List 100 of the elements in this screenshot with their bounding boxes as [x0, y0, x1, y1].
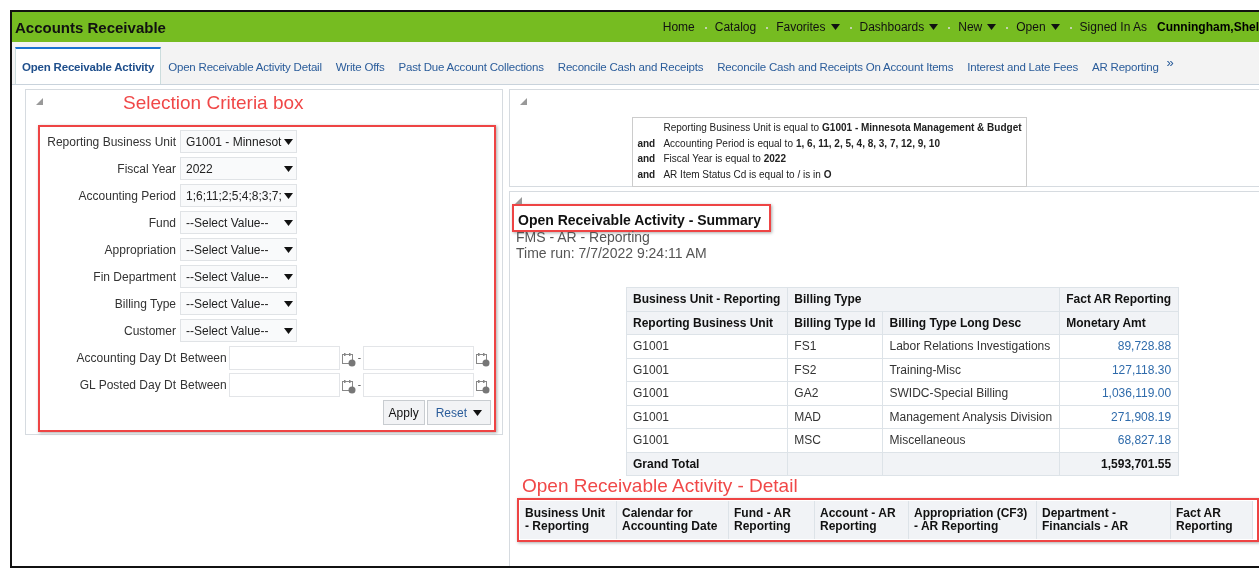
range-separator: - [357, 352, 362, 363]
filter-text: Fiscal Year is equal to [663, 153, 761, 165]
app-title: Accounts Receivable [15, 18, 167, 36]
table-cell: G1001 [626, 381, 788, 405]
menu-link[interactable]: Home [652, 20, 705, 34]
caret-icon [284, 219, 293, 226]
total-amount: 1,593,701.55 [1059, 452, 1179, 476]
more-tabs-icon[interactable]: » [1166, 55, 1174, 84]
filter-value: 1, 6, 11, 2, 5, 4, 8, 3, 7, 12, 9, 10 [795, 137, 940, 149]
calendar-icon[interactable] [341, 352, 356, 367]
column-header: Monetary Amt [1059, 311, 1179, 335]
page-tab[interactable]: Open Receivable Activity [15, 47, 162, 84]
prompt-label: Customer [123, 323, 177, 338]
caret-icon [473, 409, 482, 416]
conjunction-label: and [637, 153, 657, 165]
dropdown[interactable]: --Select Value-- [180, 319, 297, 342]
operator-label: Between [180, 350, 227, 365]
dropdown[interactable]: 1;6;11;2;5;4;8;3;7; [180, 184, 297, 207]
table-cell: MAD [787, 405, 883, 429]
dropdown[interactable]: --Select Value-- [180, 211, 297, 234]
calendar-icon[interactable] [476, 379, 491, 394]
menu-link[interactable]: Dashboards [849, 20, 949, 34]
page-tab[interactable]: Interest and Late Fees [960, 48, 1085, 84]
column-header: Billing Type Long Desc [882, 311, 1060, 335]
total-label: Grand Total [626, 452, 788, 476]
date-field[interactable] [363, 345, 475, 370]
table-cell: G1001 [626, 334, 788, 358]
caret-icon [284, 246, 293, 253]
collapse-icon[interactable] [520, 98, 527, 105]
amount-link[interactable]: 68,827.18 [1059, 428, 1179, 452]
table-cell: Training-Misc [882, 358, 1060, 382]
caret-icon [284, 138, 293, 145]
apply-button[interactable]: Apply [382, 400, 425, 425]
caret-icon [284, 192, 293, 199]
conjunction-label: and [637, 137, 657, 149]
date-field[interactable] [228, 372, 340, 397]
operator-label: Between [180, 377, 227, 392]
menu-link[interactable]: New [948, 20, 1007, 34]
dropdown[interactable]: G1001 - Minnesot [180, 130, 297, 153]
column-header: Fund - AR Reporting [729, 501, 815, 539]
filter-value: O [823, 168, 832, 180]
table-cell: GA2 [787, 381, 883, 405]
table-cell: G1001 [626, 358, 788, 382]
caret-icon [284, 300, 293, 307]
calendar-icon[interactable] [341, 379, 356, 394]
page-tab[interactable]: Past Due Account Collections [391, 48, 551, 84]
signed-in-label: Signed In As [1069, 20, 1157, 34]
amount-link[interactable]: 1,036,119.00 [1059, 381, 1179, 405]
menu-link[interactable]: Open [1006, 20, 1070, 34]
caret-icon [284, 273, 293, 280]
table-cell: SWIDC-Special Billing [882, 381, 1060, 405]
dropdown[interactable]: --Select Value-- [180, 238, 297, 261]
column-header: Account - AR Reporting [815, 501, 909, 539]
filter-text: Reporting Business Unit is equal to [663, 122, 820, 134]
collapse-icon[interactable] [515, 197, 522, 204]
page-tab[interactable]: Write Offs [328, 48, 392, 84]
dropdown[interactable]: 2022 [180, 157, 297, 180]
user-name[interactable]: Cunningham,Shel [1157, 20, 1259, 34]
column-header: Fact AR Reporting [1171, 501, 1253, 539]
page-tab[interactable]: Reconcile Cash and Receipts [550, 48, 711, 84]
page-tab[interactable]: Reconcile Cash and Receipts On Account Items [710, 48, 961, 84]
conjunction-label: and [637, 168, 657, 180]
prompt-label: Accounting Day Dt [75, 350, 177, 365]
column-header: Business Unit - Reporting [520, 501, 617, 539]
prompt-label: GL Posted Day Dt [78, 377, 177, 392]
calendar-icon[interactable] [476, 352, 491, 367]
group-header: Billing Type [787, 287, 1060, 311]
amount-link[interactable]: 271,908.19 [1059, 405, 1179, 429]
table-cell: Labor Relations Investigations [882, 334, 1060, 358]
collapse-icon[interactable] [36, 98, 43, 105]
column-header: Reporting Business Unit [626, 311, 788, 335]
dropdown[interactable]: --Select Value-- [180, 292, 297, 315]
page-tab[interactable]: Open Receivable Activity Detail [161, 48, 329, 84]
prompt-label: Accounting Period [77, 188, 177, 203]
menu-link[interactable]: Favorites [766, 20, 850, 34]
prompt-label: Billing Type [113, 296, 177, 311]
amount-link[interactable]: 127,118.30 [1059, 358, 1179, 382]
table-cell: MSC [787, 428, 883, 452]
column-header: Department - Financials - AR [1037, 501, 1171, 539]
page-tab[interactable]: AR Reporting [1084, 48, 1166, 84]
group-header: Business Unit - Reporting [626, 287, 788, 311]
column-header: Appropriation (CF3) - AR Reporting [909, 501, 1037, 539]
prompt-label: Reporting Business Unit [46, 134, 177, 149]
dropdown[interactable]: --Select Value-- [180, 265, 297, 288]
prompt-label: Appropriation [103, 242, 177, 257]
filter-text: AR Item Status Cd is equal to / is in [663, 168, 821, 180]
table-cell: FS1 [787, 334, 883, 358]
date-field[interactable] [228, 345, 340, 370]
group-header: Fact AR Reporting [1059, 287, 1179, 311]
column-header: Calendar for Accounting Date [617, 501, 729, 539]
table-cell: Management Analysis Division [882, 405, 1060, 429]
date-field[interactable] [363, 372, 475, 397]
menu-link[interactable]: Catalog [704, 20, 767, 34]
prompt-label: Fin Department [92, 269, 177, 284]
table-cell: FS2 [787, 358, 883, 382]
amount-link[interactable]: 89,728.88 [1059, 334, 1179, 358]
filter-value: G1001 - Minnesota Management & Budget [822, 122, 1022, 134]
time-run-text: Time run: 7/7/2022 9:24:11 AM [516, 245, 708, 261]
annotation-label: Open Receivable Activity - Detail [522, 476, 799, 496]
reset-button[interactable]: Reset [426, 400, 491, 425]
